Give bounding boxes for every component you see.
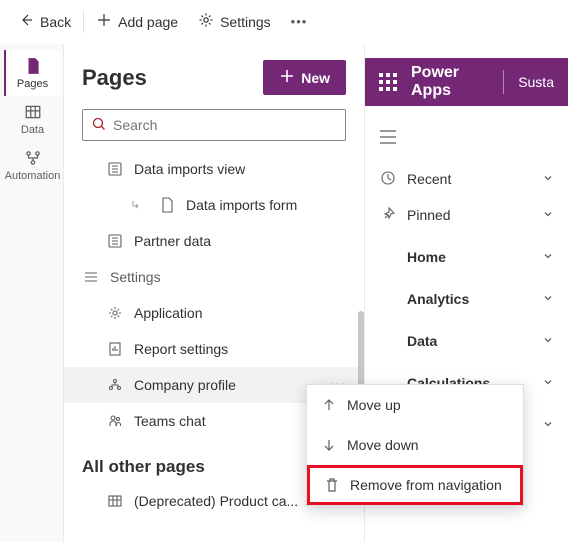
trash-icon: [324, 477, 340, 493]
left-rail: Pages Data Automation: [0, 44, 63, 542]
table-icon: [106, 492, 124, 510]
rail-pages[interactable]: Pages: [4, 50, 60, 96]
context-move-down[interactable]: Move down: [307, 425, 523, 465]
report-icon: [106, 340, 124, 358]
sidebar-pinned[interactable]: Pinned: [379, 197, 554, 233]
plus-icon: [279, 68, 295, 87]
chevron-down-icon: [542, 171, 554, 187]
new-button[interactable]: New: [263, 60, 346, 95]
nav-item-label: Report settings: [134, 341, 228, 357]
search-box[interactable]: [82, 109, 346, 141]
back-label: Back: [40, 14, 71, 30]
separator: [83, 11, 84, 33]
nav-group-settings[interactable]: Settings: [64, 259, 364, 295]
add-page-button[interactable]: Add page: [86, 6, 188, 37]
list-view-icon: [106, 232, 124, 250]
rail-automation-label: Automation: [5, 170, 61, 182]
nav-item-label: Partner data: [134, 233, 211, 249]
flow-icon: [23, 148, 43, 168]
context-remove-from-navigation[interactable]: Remove from navigation: [307, 465, 523, 505]
search-input[interactable]: [113, 117, 337, 133]
clock-icon: [379, 170, 397, 189]
back-button[interactable]: Back: [8, 6, 81, 37]
org-icon: [106, 376, 124, 394]
more-button[interactable]: •••: [281, 8, 318, 35]
chevron-down-icon: [542, 291, 554, 307]
env-name: Susta: [518, 74, 554, 90]
sidebar-label: Analytics: [379, 291, 469, 307]
nav-item-report-settings[interactable]: Report settings: [64, 331, 364, 367]
form-icon: [158, 196, 176, 214]
nav-item-label: Company profile: [134, 377, 236, 393]
chevron-down-icon: [542, 249, 554, 265]
table-icon: [23, 102, 43, 122]
hamburger-button[interactable]: [379, 126, 554, 161]
plus-icon: [96, 12, 112, 31]
nav-item-label: Data imports form: [186, 197, 297, 213]
rail-automation[interactable]: Automation: [4, 142, 60, 188]
nav-item-data-imports-form[interactable]: Data imports form: [64, 187, 364, 223]
waffle-icon[interactable]: [379, 73, 397, 91]
sidebar-label: Pinned: [407, 207, 451, 223]
sidebar-data[interactable]: Data: [379, 323, 554, 359]
add-page-label: Add page: [118, 14, 178, 30]
app-name: Power Apps: [411, 64, 489, 100]
settings-label: Settings: [220, 14, 271, 30]
ellipsis-icon: •••: [291, 14, 308, 29]
chevron-down-icon: [542, 417, 554, 433]
sidebar-home[interactable]: Home: [379, 239, 554, 275]
nav-group-label: Settings: [110, 269, 161, 285]
group-icon: [82, 268, 100, 286]
chevron-down-icon: [542, 333, 554, 349]
rail-pages-label: Pages: [17, 78, 48, 90]
nav-item-data-imports-view[interactable]: Data imports view: [64, 151, 364, 187]
context-label: Move up: [347, 397, 401, 413]
sidebar-label: Recent: [407, 171, 451, 187]
search-icon: [91, 116, 107, 135]
arrow-down-icon: [321, 437, 337, 453]
chevron-down-icon: [542, 375, 554, 391]
nav-item-partner-data[interactable]: Partner data: [64, 223, 364, 259]
subitem-icon: [130, 196, 148, 214]
rail-data[interactable]: Data: [4, 96, 60, 142]
arrow-up-icon: [321, 397, 337, 413]
app-header: Power Apps Susta: [365, 58, 568, 106]
nav-item-label: Application: [134, 305, 203, 321]
search-wrap: [64, 109, 364, 151]
arrow-left-icon: [18, 12, 34, 31]
sidebar-label: Data: [379, 333, 437, 349]
pages-title: Pages: [82, 65, 147, 91]
divider: [503, 70, 504, 94]
context-move-up[interactable]: Move up: [307, 385, 523, 425]
chevron-down-icon: [542, 207, 554, 223]
new-label: New: [301, 70, 330, 86]
teams-icon: [106, 412, 124, 430]
sidebar-analytics[interactable]: Analytics: [379, 281, 554, 317]
pin-icon: [379, 206, 397, 225]
rail-data-label: Data: [21, 124, 44, 136]
context-label: Remove from navigation: [350, 477, 502, 493]
context-label: Move down: [347, 437, 419, 453]
nav-item-application[interactable]: Application: [64, 295, 364, 331]
nav-item-label: Data imports view: [134, 161, 245, 177]
sidebar-label: Home: [379, 249, 446, 265]
context-menu: Move up Move down Remove from navigation: [306, 384, 524, 506]
gear-icon: [198, 12, 214, 31]
other-page-label: (Deprecated) Product ca...: [134, 493, 298, 509]
command-bar: Back Add page Settings •••: [0, 0, 568, 44]
gear-icon: [106, 304, 124, 322]
pages-header: Pages New: [64, 54, 364, 109]
sidebar-recent[interactable]: Recent: [379, 161, 554, 197]
settings-button[interactable]: Settings: [188, 6, 281, 37]
page-icon: [23, 56, 43, 76]
list-view-icon: [106, 160, 124, 178]
nav-item-label: Teams chat: [134, 413, 206, 429]
